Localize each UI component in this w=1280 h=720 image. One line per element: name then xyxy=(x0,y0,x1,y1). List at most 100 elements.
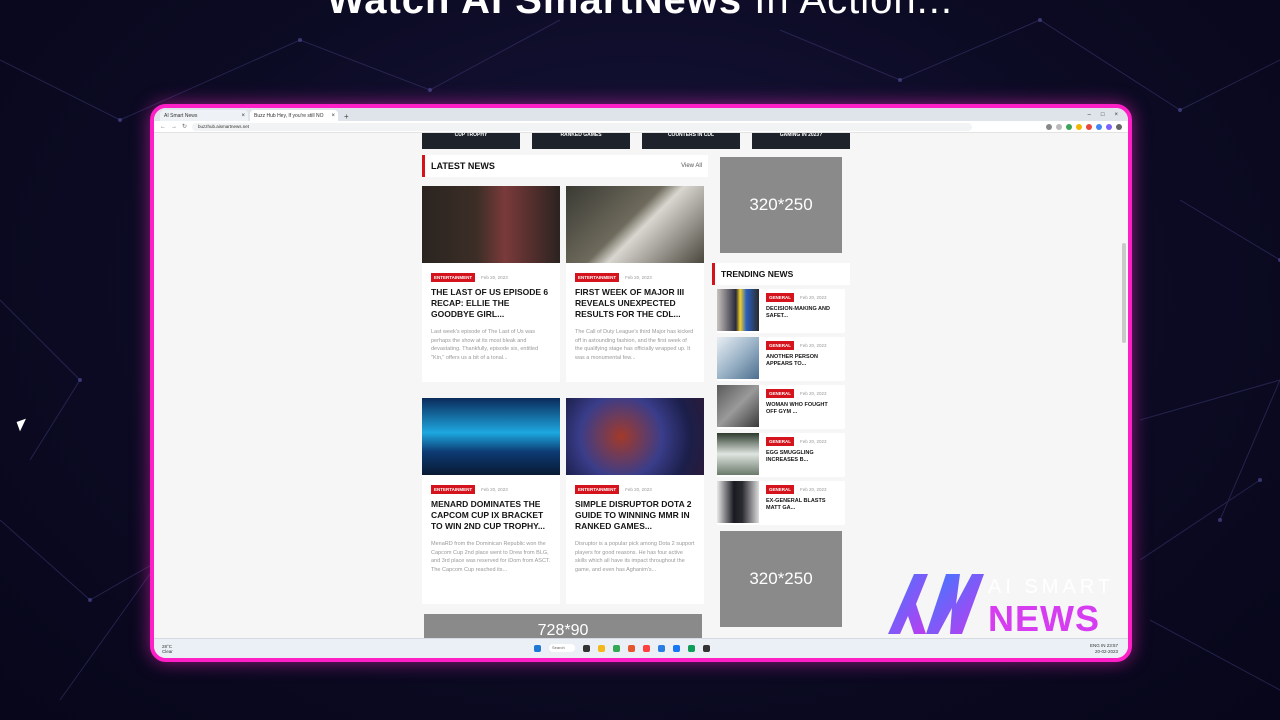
app-icon[interactable] xyxy=(658,644,665,652)
trending-title[interactable]: DECISION-MAKING AND SAFET... xyxy=(766,306,838,320)
article-image[interactable] xyxy=(566,186,704,263)
share-icon[interactable] xyxy=(1046,123,1052,130)
ai-smart-news-logo: AI SMART NEWS xyxy=(886,568,1126,639)
system-tray[interactable]: ENG IN 23:57 20-02-2023 xyxy=(1090,643,1118,655)
back-icon[interactable]: ← xyxy=(160,124,166,130)
facebook-icon[interactable] xyxy=(673,644,680,652)
category-badge[interactable]: GENERAL xyxy=(766,437,795,446)
weather-desc: Clear xyxy=(162,648,173,654)
minimize-icon[interactable]: – xyxy=(1088,112,1091,118)
news-card[interactable]: ENTERTAINMENT Feb 20, 2023 MENARD DOMINAT… xyxy=(422,398,560,604)
category-badge[interactable]: ENTERTAINMENT xyxy=(431,273,476,282)
trending-title[interactable]: EX-GENERAL BLASTS MATT GA... xyxy=(766,498,838,512)
new-tab-icon[interactable]: + xyxy=(340,112,353,121)
tile-cup-trophy[interactable]: CUP TROPHY xyxy=(422,133,520,149)
reload-icon[interactable]: ↻ xyxy=(182,123,187,130)
trending-thumbnail[interactable] xyxy=(717,337,759,379)
extension-icon[interactable] xyxy=(1066,123,1072,130)
profile-icon[interactable] xyxy=(1116,123,1122,130)
article-image[interactable] xyxy=(422,398,560,475)
maximize-icon[interactable]: □ xyxy=(1101,112,1105,118)
article-title[interactable]: SIMPLE DISRUPTOR DOTA 2 GUIDE TO WINNING… xyxy=(566,494,704,532)
trending-title[interactable]: EGG SMUGGLING INCREASES B... xyxy=(766,450,838,464)
tab-buzz-hub[interactable]: Buzz Hub Hey, If you're still NO × xyxy=(250,110,338,121)
article-title[interactable]: THE LAST OF US EPISODE 6 RECAP: ELLIE TH… xyxy=(422,282,560,320)
article-date: Feb 20, 2023 xyxy=(481,275,508,280)
logo-text-ai-smart: AI SMART xyxy=(988,576,1115,598)
scrollbar[interactable] xyxy=(1122,243,1126,343)
tab-label: AI Smart News xyxy=(164,112,198,119)
article-date: Feb 20, 2023 xyxy=(481,487,508,492)
clock-time: 23:57 xyxy=(1106,643,1118,648)
logo-mark-icon xyxy=(888,574,984,634)
trending-title[interactable]: WOMAN WHO FOUGHT OFF GYM ... xyxy=(766,402,838,416)
app-icon[interactable] xyxy=(703,644,710,652)
chrome-icon[interactable] xyxy=(613,644,620,652)
news-card[interactable]: ENTERTAINMENT Feb 20, 2023 SIMPLE DISRUPT… xyxy=(566,398,704,604)
headline-bold: Watch AI SmartNews xyxy=(326,0,743,22)
windows-taskbar: 28°C Clear Search ENG IN 23:57 20-02-202… xyxy=(154,638,1128,658)
language-indicator[interactable]: ENG IN xyxy=(1090,643,1106,648)
extension-icon[interactable] xyxy=(1076,123,1082,130)
category-badge[interactable]: GENERAL xyxy=(766,341,795,350)
tab-ai-smart-news[interactable]: AI Smart News × xyxy=(160,110,248,121)
trending-thumbnail[interactable] xyxy=(717,433,759,475)
tile-ranked-games[interactable]: RANKED GAMES xyxy=(532,133,630,149)
trending-thumbnail[interactable] xyxy=(717,289,759,331)
article-image[interactable] xyxy=(422,186,560,263)
close-window-icon[interactable]: × xyxy=(1114,112,1118,118)
opera-icon[interactable] xyxy=(643,644,650,652)
category-badge[interactable]: ENTERTAINMENT xyxy=(431,485,476,494)
window-controls: – □ × xyxy=(1088,112,1128,118)
app-icon[interactable] xyxy=(688,644,695,652)
ad-banner-320x250-bottom[interactable]: 320*250 xyxy=(720,531,842,627)
ad-banner-728x90[interactable]: 728*90 xyxy=(424,614,702,638)
trending-item[interactable]: GENERAL Feb 20, 2023 ANOTHER PERSON APPEA… xyxy=(717,337,845,381)
task-view-icon[interactable] xyxy=(583,644,590,652)
article-title[interactable]: MENARD DOMINATES THE CAPCOM CUP IX BRACK… xyxy=(422,494,560,532)
page-viewport[interactable]: CUP TROPHY RANKED GAMES COUNTERS IN CDL … xyxy=(154,133,1128,638)
ad-banner-320x250-top[interactable]: 320*250 xyxy=(720,157,842,253)
trending-thumbnail[interactable] xyxy=(717,385,759,427)
trending-title[interactable]: ANOTHER PERSON APPEARS TO... xyxy=(766,354,838,368)
top-tiles: CUP TROPHY RANKED GAMES COUNTERS IN CDL … xyxy=(422,133,850,149)
category-badge[interactable]: ENTERTAINMENT xyxy=(575,485,620,494)
taskbar-apps: Search xyxy=(534,644,710,652)
tile-gaming-2023[interactable]: GAMING IN 2023? xyxy=(752,133,850,149)
app-icon[interactable] xyxy=(628,644,635,652)
news-card[interactable]: ENTERTAINMENT Feb 20, 2023 FIRST WEEK OF … xyxy=(566,186,704,382)
close-icon[interactable]: × xyxy=(331,113,335,119)
article-date: Feb 20, 2023 xyxy=(800,295,827,300)
view-all-link[interactable]: View All xyxy=(681,163,702,169)
latest-news-title: LATEST NEWS xyxy=(431,161,495,171)
url-input[interactable]: buzzhub.aismartnews.net xyxy=(192,122,973,131)
forward-icon[interactable]: → xyxy=(171,124,177,130)
file-explorer-icon[interactable] xyxy=(598,644,605,652)
star-icon[interactable] xyxy=(1056,123,1062,130)
trending-item[interactable]: GENERAL Feb 20, 2023 WOMAN WHO FOUGHT OFF… xyxy=(717,385,845,429)
extension-icon[interactable] xyxy=(1106,123,1112,130)
latest-news-header: LATEST NEWS View All xyxy=(422,155,708,177)
category-badge[interactable]: ENTERTAINMENT xyxy=(575,273,620,282)
taskbar-search[interactable]: Search xyxy=(549,644,575,652)
weather-widget[interactable]: 28°C Clear xyxy=(154,644,214,654)
article-date: Feb 20, 2023 xyxy=(800,391,827,396)
trending-item[interactable]: GENERAL Feb 20, 2023 EGG SMUGGLING INCREA… xyxy=(717,433,845,477)
trending-item[interactable]: GENERAL Feb 20, 2023 EX-GENERAL BLASTS MA… xyxy=(717,481,845,525)
category-badge[interactable]: GENERAL xyxy=(766,389,795,398)
close-icon[interactable]: × xyxy=(241,113,245,119)
article-image[interactable] xyxy=(566,398,704,475)
news-card[interactable]: ENTERTAINMENT Feb 20, 2023 THE LAST OF US… xyxy=(422,186,560,382)
trending-item[interactable]: GENERAL Feb 20, 2023 DECISION-MAKING AND … xyxy=(717,289,845,333)
category-badge[interactable]: GENERAL xyxy=(766,485,795,494)
article-excerpt: Disruptor is a popular pick among Dota 2… xyxy=(575,541,695,573)
tile-counters-cdl[interactable]: COUNTERS IN CDL xyxy=(642,133,740,149)
extension-icon[interactable] xyxy=(1086,123,1092,130)
category-badge[interactable]: GENERAL xyxy=(766,293,795,302)
address-bar-row: ← → ↻ buzzhub.aismartnews.net xyxy=(154,121,1128,133)
extension-icon[interactable] xyxy=(1096,123,1102,130)
trending-thumbnail[interactable] xyxy=(717,481,759,523)
start-icon[interactable] xyxy=(534,644,541,652)
article-title[interactable]: FIRST WEEK OF MAJOR III REVEALS UNEXPECT… xyxy=(566,282,704,320)
article-date: Feb 20, 2023 xyxy=(800,487,827,492)
